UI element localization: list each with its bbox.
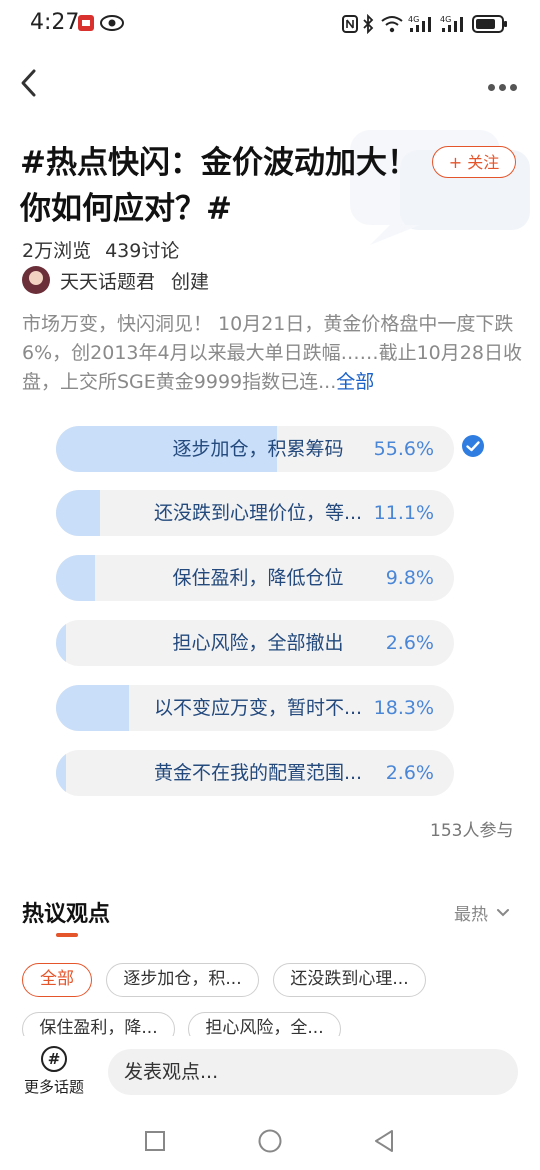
- poll-option[interactable]: 保住盈利，降低仓位 9.8%: [56, 555, 454, 601]
- section-underline: [56, 933, 78, 937]
- poll-option[interactable]: 还没跌到心理价位，等... 11.1%: [56, 490, 454, 536]
- topic-description: 市场万变，快闪洞见！ 10月21日，黄金价格盘中一度下跌6%，创2013年4月以…: [22, 310, 522, 397]
- chevron-down-icon: [497, 908, 509, 916]
- filter-chip[interactable]: 还没跌到心理...: [273, 963, 426, 997]
- back-arrow-icon[interactable]: [18, 68, 40, 98]
- more-topics-button[interactable]: # 更多话题: [20, 1046, 88, 1097]
- poll-option-label: 担心风险，全部撤出: [172, 632, 344, 654]
- poll-option-percent: 2.6%: [385, 632, 434, 654]
- poll-option-percent: 2.6%: [385, 762, 434, 784]
- home-icon[interactable]: [257, 1128, 283, 1154]
- eye-icon: [100, 15, 124, 31]
- nfc-icon: [342, 15, 358, 33]
- topic-title: #热点快闪：金价波动加大！你如何应对？#: [20, 145, 418, 227]
- status-bar: 4:27 4G 4G: [0, 0, 540, 50]
- poll-option-percent: 55.6%: [373, 438, 434, 460]
- wifi-icon: [381, 16, 403, 33]
- chip-all[interactable]: 全部: [22, 963, 92, 997]
- status-time: 4:27: [30, 10, 80, 35]
- poll-option-label: 黄金不在我的配置范围...: [153, 762, 363, 784]
- expand-description-link[interactable]: 全部: [336, 371, 374, 393]
- poll-fill-bar: [56, 750, 67, 796]
- back-nav-icon[interactable]: [372, 1128, 396, 1154]
- poll-fill-bar: [56, 620, 67, 666]
- sort-dropdown[interactable]: 最热: [454, 900, 510, 925]
- poll-option[interactable]: 逐步加仓，积累筹码 55.6%: [56, 426, 454, 472]
- poll-option-label: 逐步加仓，积累筹码: [172, 438, 344, 460]
- topic-stats: 2万浏览 439讨论: [22, 236, 193, 263]
- poll-option-label: 保住盈利，降低仓位: [172, 567, 344, 589]
- poll-option-percent: 18.3%: [373, 697, 434, 719]
- hot-views-title: 热议观点: [22, 902, 111, 927]
- hashtag-icon: #: [41, 1046, 67, 1072]
- poll-fill-bar: [56, 555, 95, 601]
- more-options-icon[interactable]: [488, 76, 521, 95]
- follow-button[interactable]: + 关注: [432, 146, 516, 178]
- poll-fill-bar: [56, 490, 101, 536]
- svg-text:4G: 4G: [408, 15, 419, 24]
- participant-count: 153人参与: [430, 821, 514, 841]
- system-nav-bar: [0, 1112, 540, 1170]
- sort-label: 最热: [454, 905, 488, 925]
- description-text: 市场万变，快闪洞见！ 10月21日，黄金价格盘中一度下跌6%，创2013年4月以…: [22, 313, 522, 393]
- poll-option-percent: 9.8%: [385, 567, 434, 589]
- signal-4g-icon-2: 4G: [440, 15, 463, 32]
- poll-option-percent: 11.1%: [373, 502, 434, 524]
- app-notification-icon: [78, 15, 94, 31]
- selected-check-icon: [462, 435, 484, 457]
- poll-option[interactable]: 担心风险，全部撤出 2.6%: [56, 620, 454, 666]
- poll-option[interactable]: 黄金不在我的配置范围... 2.6%: [56, 750, 454, 796]
- poll-option-label: 以不变应万变，暂时不...: [153, 697, 363, 719]
- creator-row[interactable]: 天天话题君 创建: [22, 265, 209, 295]
- creator-action: 创建: [171, 270, 210, 293]
- filter-chip[interactable]: 逐步加仓，积...: [106, 963, 259, 997]
- poll-fill-bar: [56, 685, 129, 731]
- avatar[interactable]: [22, 266, 50, 294]
- poll-option[interactable]: 以不变应万变，暂时不... 18.3%: [56, 685, 454, 731]
- bluetooth-icon: [363, 14, 374, 34]
- creator-name[interactable]: 天天话题君: [60, 267, 155, 294]
- comment-input[interactable]: 发表观点...: [108, 1049, 518, 1095]
- comment-placeholder: 发表观点...: [124, 1061, 219, 1083]
- recent-apps-icon[interactable]: [144, 1130, 166, 1152]
- battery-icon: [472, 15, 507, 33]
- poll-option-label: 还没跌到心理价位，等...: [153, 502, 363, 524]
- more-topics-label: 更多话题: [23, 1078, 84, 1096]
- discussion-count: 439讨论: [105, 240, 180, 262]
- view-count: 2万浏览: [22, 240, 92, 262]
- svg-text:4G: 4G: [440, 15, 451, 24]
- signal-4g-icon: 4G: [408, 15, 431, 32]
